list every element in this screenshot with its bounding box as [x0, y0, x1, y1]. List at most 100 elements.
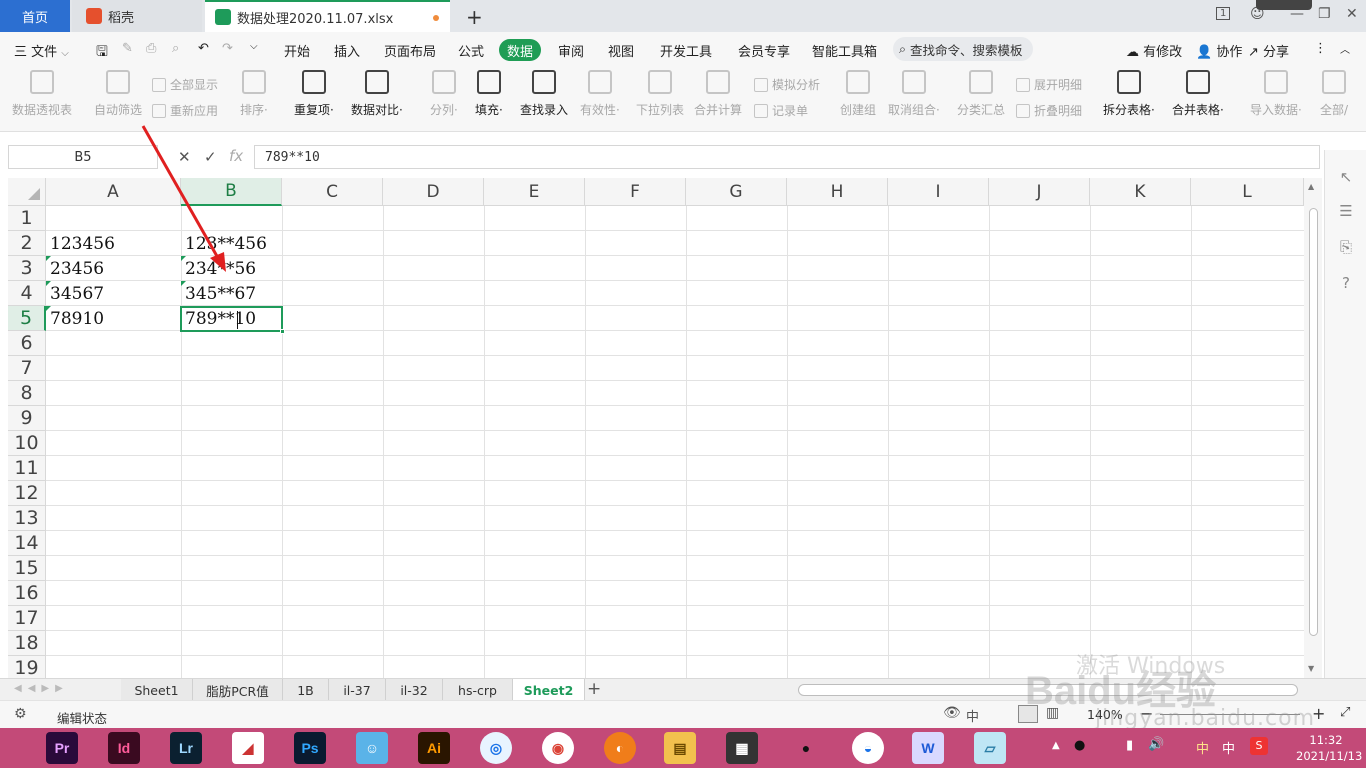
illustrator-app-icon[interactable]: Ai — [418, 732, 450, 764]
input-mode-icon[interactable]: 中 — [966, 706, 979, 725]
cell-B3[interactable]: 234**56 — [181, 256, 282, 281]
vertical-scroll-thumb[interactable] — [1309, 208, 1318, 636]
show-all-button[interactable]: 全部显示 — [152, 76, 218, 93]
menu-smart-toolbox[interactable]: 智能工具箱 — [812, 41, 877, 60]
insert-function-icon[interactable]: fx — [229, 147, 243, 165]
window-count-badge[interactable]: 1 — [1216, 7, 1231, 20]
menu-insert[interactable]: 插入 — [334, 41, 360, 60]
column-header-E[interactable]: E — [484, 178, 585, 206]
subtotal-button[interactable]: 分类汇总 — [957, 70, 1005, 118]
tab-spreadsheet-file[interactable]: 数据处理2020.11.07.xlsx — [205, 0, 450, 32]
file-explorer-icon[interactable]: ▤ — [664, 732, 696, 764]
consolidate-button[interactable]: 合并计算 — [694, 70, 742, 118]
cancel-edit-icon[interactable]: ✕ — [178, 148, 191, 166]
ungroup-button[interactable]: 取消组合· — [888, 70, 940, 118]
tray-ime-icon[interactable]: 中 — [1196, 738, 1209, 757]
premiere-app-icon[interactable]: Pr — [46, 732, 78, 764]
macro-record-icon[interactable]: ⚙ — [14, 706, 27, 722]
indesign-app-icon[interactable]: Id — [108, 732, 140, 764]
expand-detail-button[interactable]: 展开明细 — [1016, 76, 1082, 93]
quick-access-dropdown-icon[interactable]: ⌵ — [250, 41, 258, 52]
scroll-up-icon[interactable]: ▲ — [1308, 182, 1314, 191]
tray-volume-icon[interactable]: 🔊 — [1148, 737, 1164, 752]
column-header-B[interactable]: B — [181, 178, 282, 206]
sheet-tab-sheet2[interactable]: Sheet2 — [513, 679, 585, 701]
row-header-4[interactable]: 4 — [8, 281, 46, 306]
column-header-H[interactable]: H — [787, 178, 888, 206]
notes-app-icon[interactable]: ▱ — [974, 732, 1006, 764]
name-box[interactable]: B5 — [8, 145, 158, 169]
duplicates-button[interactable]: 重复项· — [294, 70, 334, 118]
lookup-entry-button[interactable]: 查找录入 — [520, 70, 568, 118]
menu-formula[interactable]: 公式 — [458, 41, 484, 60]
row-header-13[interactable]: 13 — [8, 506, 46, 531]
spreadsheet-grid[interactable]: A B C D E F G H I J K L 1 2 3 4 5 6 7 8 … — [8, 178, 1304, 678]
import-data-button[interactable]: 导入数据· — [1250, 70, 1302, 118]
collaborate-button[interactable]: 👤 协作 — [1196, 41, 1242, 60]
fullscreen-icon[interactable]: ⤢ — [1340, 705, 1350, 720]
fill-handle[interactable] — [280, 329, 285, 334]
dropdown-list-button[interactable]: 下拉列表 — [636, 70, 684, 118]
print-icon[interactable]: ⎙ — [146, 41, 156, 56]
browser-2-app-icon[interactable]: ◒ — [852, 732, 884, 764]
row-header-10[interactable]: 10 — [8, 431, 46, 456]
select-all-corner[interactable] — [8, 178, 46, 206]
column-header-K[interactable]: K — [1090, 178, 1191, 206]
validation-button[interactable]: 有效性· — [580, 70, 620, 118]
eye-protect-icon[interactable]: 👁 — [943, 705, 961, 721]
row-header-2[interactable]: 2 — [8, 231, 46, 256]
format-painter-icon[interactable]: ✎ — [122, 41, 133, 56]
sort-button[interactable]: 排序· — [240, 70, 268, 118]
what-if-button[interactable]: 模拟分析 — [754, 76, 820, 93]
undo-icon[interactable]: ↶ — [198, 41, 209, 56]
column-header-J[interactable]: J — [989, 178, 1090, 206]
command-search[interactable]: ⌕ 查找命令、搜索模板 — [893, 37, 1033, 61]
file-menu[interactable]: 三 文件 ⌵ — [14, 41, 69, 60]
cell-A4[interactable]: 34567 — [46, 281, 181, 306]
player-app-icon[interactable]: ◐ — [604, 732, 636, 764]
tray-arrow-icon[interactable]: ▲ — [1052, 740, 1060, 751]
menu-member[interactable]: 会员专享 — [738, 41, 790, 60]
save-icon[interactable]: 🖫 — [96, 41, 108, 65]
collapse-detail-button[interactable]: 折叠明细 — [1016, 102, 1082, 119]
add-sheet-icon[interactable]: + — [587, 679, 601, 699]
vertical-scrollbar[interactable]: ▲ ▼ — [1304, 178, 1322, 678]
split-table-button[interactable]: 拆分表格· — [1103, 70, 1155, 118]
column-header-I[interactable]: I — [888, 178, 989, 206]
tab-home[interactable]: 首页 — [0, 0, 70, 32]
row-header-12[interactable]: 12 — [8, 481, 46, 506]
column-header-G[interactable]: G — [686, 178, 787, 206]
row-header-17[interactable]: 17 — [8, 606, 46, 631]
close-icon[interactable]: ✕ — [1346, 6, 1358, 22]
row-header-3[interactable]: 3 — [8, 256, 46, 281]
rainbow-app-icon[interactable]: ◢ — [232, 732, 264, 764]
format-icon[interactable]: ⎘ — [1337, 238, 1355, 256]
share-button[interactable]: ↗ 分享 — [1248, 41, 1289, 60]
sheet-tab-pcr[interactable]: 脂肪PCR值 — [193, 679, 283, 701]
menu-view[interactable]: 视图 — [608, 41, 634, 60]
sheet-nav-arrows-icon[interactable]: ◀◀▶▶ — [14, 683, 69, 694]
tab-docer[interactable]: 稻壳 — [72, 0, 202, 32]
tray-network-icon[interactable]: ▮ — [1126, 738, 1133, 753]
confirm-edit-icon[interactable]: ✓ — [204, 148, 217, 166]
menu-review[interactable]: 审阅 — [558, 41, 584, 60]
wps-app-icon[interactable]: W — [912, 732, 944, 764]
formula-input[interactable]: 789**10 — [254, 145, 1320, 169]
modified-button[interactable]: ☁ 有修改 — [1126, 41, 1182, 60]
select-pointer-icon[interactable]: ↖ — [1337, 168, 1355, 186]
create-group-button[interactable]: 创建组 — [840, 70, 876, 118]
photoshop-app-icon[interactable]: Ps — [294, 732, 326, 764]
row-header-14[interactable]: 14 — [8, 531, 46, 556]
row-header-8[interactable]: 8 — [8, 381, 46, 406]
split-column-button[interactable]: 分列· — [430, 70, 458, 118]
fill-button[interactable]: 填充· — [475, 70, 503, 118]
sheet-tab-il32[interactable]: il-32 — [386, 679, 443, 701]
row-header-1[interactable]: 1 — [8, 206, 46, 231]
help-icon[interactable]: ? — [1337, 274, 1355, 292]
taskbar-clock[interactable]: 11:32 2021/11/13 — [1296, 732, 1362, 764]
cell-A2[interactable]: 123456 — [46, 231, 181, 256]
sheet-tab-sheet1[interactable]: Sheet1 — [121, 679, 193, 701]
row-header-19[interactable]: 19 — [8, 656, 46, 678]
column-header-A[interactable]: A — [46, 178, 181, 206]
cell-B2[interactable]: 123**456 — [181, 231, 282, 256]
